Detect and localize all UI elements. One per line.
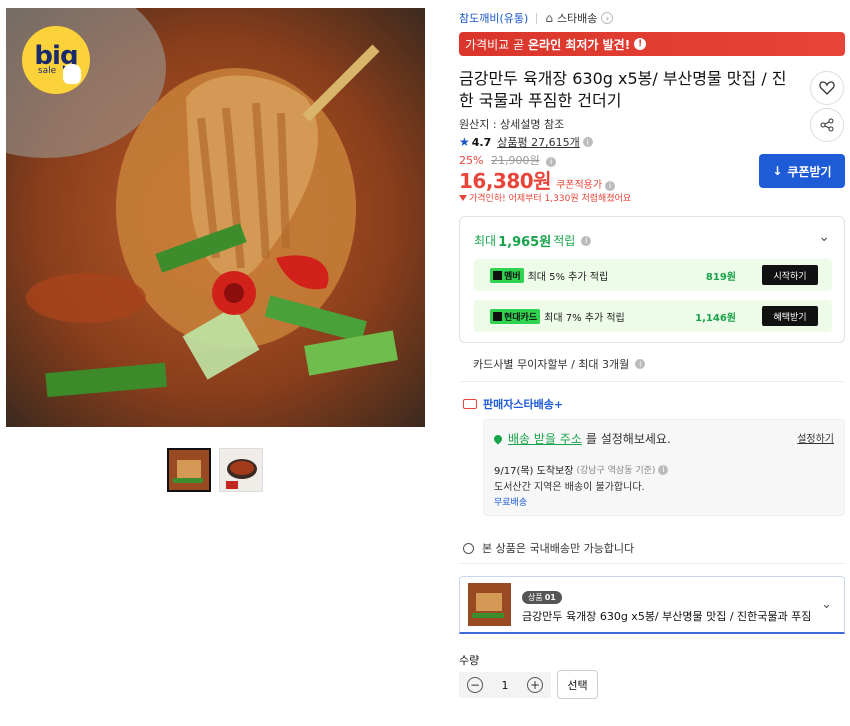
benefit-button[interactable]: 혜택받기	[762, 306, 818, 326]
address-link[interactable]: 배송 받을 주소	[508, 430, 582, 447]
share-icon	[820, 118, 834, 132]
review-count-link[interactable]: 상품평 27,615개	[497, 134, 579, 150]
option-number-badge: 상품 01	[522, 591, 562, 604]
delivery-date: 9/17(목) 도착보장	[494, 466, 574, 477]
bunny-icon	[63, 64, 81, 84]
delivery-region: (강남구 역삼동 기준)	[576, 466, 656, 476]
point-row-amount: 819원	[705, 271, 736, 283]
coupon-applied-label: 쿠폰적용가	[556, 180, 603, 191]
card-tag: 현대카드	[490, 308, 541, 324]
option-thumbnail-image	[468, 583, 511, 626]
shipping-panel: 배송 받을 주소 를 설정해보세요. 설정하기 9/17(목) 도착보장 (강남…	[483, 419, 845, 516]
thumbnail-strip	[167, 448, 263, 492]
coupon-download-button[interactable]: ↓ 쿠폰받기	[759, 154, 845, 188]
price-row: 16,380원 쿠폰적용가 i	[459, 165, 616, 194]
logo-square-icon	[493, 311, 502, 321]
rating-value: 4.7	[471, 135, 492, 149]
start-button[interactable]: 시작하기	[762, 265, 818, 285]
island-notice: 도서산간 지역은 배송이 불가합니다.	[494, 482, 645, 493]
card-tag-label: 현대카드	[504, 312, 538, 323]
thumbnail-1-image	[169, 450, 209, 490]
option-name: 금강만두 육개장 630g x5봉/ 부산명물 맛집 / 진한국물과 푸짐...	[522, 610, 812, 623]
quantity-label: 수량	[459, 654, 480, 667]
star-icon: ★	[459, 135, 470, 149]
point-row-card: 현대카드 최대 7% 추가 적립 1,146원 혜택받기	[474, 300, 832, 332]
address-prompt: 배송 받을 주소 를 설정해보세요.	[492, 430, 671, 447]
download-icon: ↓	[772, 164, 783, 178]
wishlist-button[interactable]	[810, 71, 844, 105]
heart-icon	[819, 81, 835, 95]
domestic-text: 본 상품은 국내배송만 가능합니다	[482, 542, 635, 555]
free-shipping-label: 무료배송	[494, 498, 528, 508]
info-icon[interactable]: i	[635, 359, 646, 369]
banner-prefix: 가격비교 곧	[465, 37, 525, 52]
price-drop-notice: 가격인하! 어제부터 1,330원 저렴해졌어요	[459, 191, 631, 204]
points-header[interactable]: 최대 1,965원 적립 i	[474, 231, 592, 250]
address-suffix: 를 설정해보세요.	[585, 432, 671, 446]
select-button[interactable]: 선택	[557, 670, 598, 699]
banner-highlight: 온라인 최저가 발견!	[528, 37, 631, 52]
price-compare-banner[interactable]: 가격비교 곧 온라인 최저가 발견! !	[459, 32, 845, 56]
option-selector[interactable]: 상품 01 금강만두 육개장 630g x5봉/ 부산명물 맛집 / 진한국물과 …	[459, 576, 845, 634]
globe-icon	[463, 542, 474, 554]
rating-row: ★ 4.7 상품평 27,615개 i	[459, 134, 593, 150]
quantity-value[interactable]: 1	[502, 679, 509, 692]
seller-link[interactable]: 참도깨비(유통)	[459, 10, 528, 26]
set-address-button[interactable]: 설정하기	[797, 430, 834, 445]
star-delivery-link[interactable]: 스타배송	[557, 10, 597, 26]
shipping-type-label: 판매자스타배송+	[483, 398, 564, 411]
section-divider	[459, 563, 845, 564]
thumbnail-1[interactable]	[167, 448, 211, 492]
thumbnail-2-image	[220, 449, 262, 491]
delivery-date-row: 9/17(목) 도착보장 (강남구 역삼동 기준) i	[494, 462, 669, 477]
thumbnail-2[interactable]	[219, 448, 263, 492]
option-tag-label: 상품	[528, 593, 543, 602]
arrow-down-icon	[459, 194, 467, 201]
info-icon[interactable]: i	[581, 235, 592, 246]
alert-icon: !	[634, 38, 647, 50]
points-amount: 1,965원	[498, 235, 552, 250]
points-suffix: 적립	[553, 234, 576, 248]
logo-square-icon	[493, 270, 502, 280]
product-title: 금강만두 육개장 630g x5봉/ 부산명물 맛집 / 진한 국물과 푸짐한 …	[459, 69, 787, 110]
price-drop-text: 가격인하! 어제부터 1,330원 저렴해졌어요	[469, 194, 632, 204]
breadcrumb: 참도깨비(유통) ⌂ 스타배송 ›	[459, 10, 614, 26]
option-thumbnail	[468, 583, 511, 626]
point-row-amount: 1,146원	[695, 312, 736, 324]
location-pin-icon	[492, 432, 504, 445]
section-divider	[459, 381, 845, 382]
points-prefix: 최대	[474, 234, 497, 248]
chevron-down-icon[interactable]: ⌄	[818, 229, 830, 245]
badge-sale-text: sale	[37, 66, 57, 76]
big-sale-badge: big sale	[22, 26, 90, 94]
info-icon[interactable]: i	[605, 180, 616, 191]
info-icon[interactable]: i	[582, 137, 593, 147]
points-panel: 최대 1,965원 적립 i ⌄ 멤버 최대 5% 추가 적립 819원 시작하…	[459, 216, 845, 343]
chevron-right-icon[interactable]: ›	[601, 12, 614, 24]
origin-text: 원산지 : 상세설명 참조	[459, 118, 565, 131]
installment-text: 카드사별 무이자할부 / 최대 3개월	[473, 358, 630, 371]
shipping-type-row: 판매자스타배송+	[463, 396, 563, 412]
point-row-member: 멤버 최대 5% 추가 적립 819원 시작하기	[474, 259, 832, 291]
option-tag-number: 01	[544, 593, 556, 602]
share-button[interactable]	[810, 108, 844, 142]
chevron-down-icon[interactable]: ⌄	[821, 597, 832, 612]
member-tag: 멤버	[490, 267, 524, 283]
member-tag-label: 멤버	[504, 271, 521, 282]
breadcrumb-divider	[536, 12, 538, 24]
truck-icon	[463, 399, 477, 409]
coupon-button-label: 쿠폰받기	[787, 164, 832, 179]
quantity-stepper: − 1 +	[459, 672, 551, 698]
home-icon: ⌂	[545, 11, 553, 25]
info-icon[interactable]: i	[658, 464, 669, 475]
plus-button[interactable]: +	[527, 677, 543, 693]
product-main-image[interactable]: big sale	[6, 8, 425, 427]
installment-row: 카드사별 무이자할부 / 최대 3개월 i	[473, 356, 646, 372]
domestic-only-notice: 본 상품은 국내배송만 가능합니다	[463, 540, 634, 556]
minus-button[interactable]: −	[467, 677, 483, 693]
sale-price: 16,380원	[459, 169, 552, 193]
point-row-text: 최대 7% 추가 적립	[544, 312, 625, 324]
point-row-text: 최대 5% 추가 적립	[527, 271, 609, 283]
